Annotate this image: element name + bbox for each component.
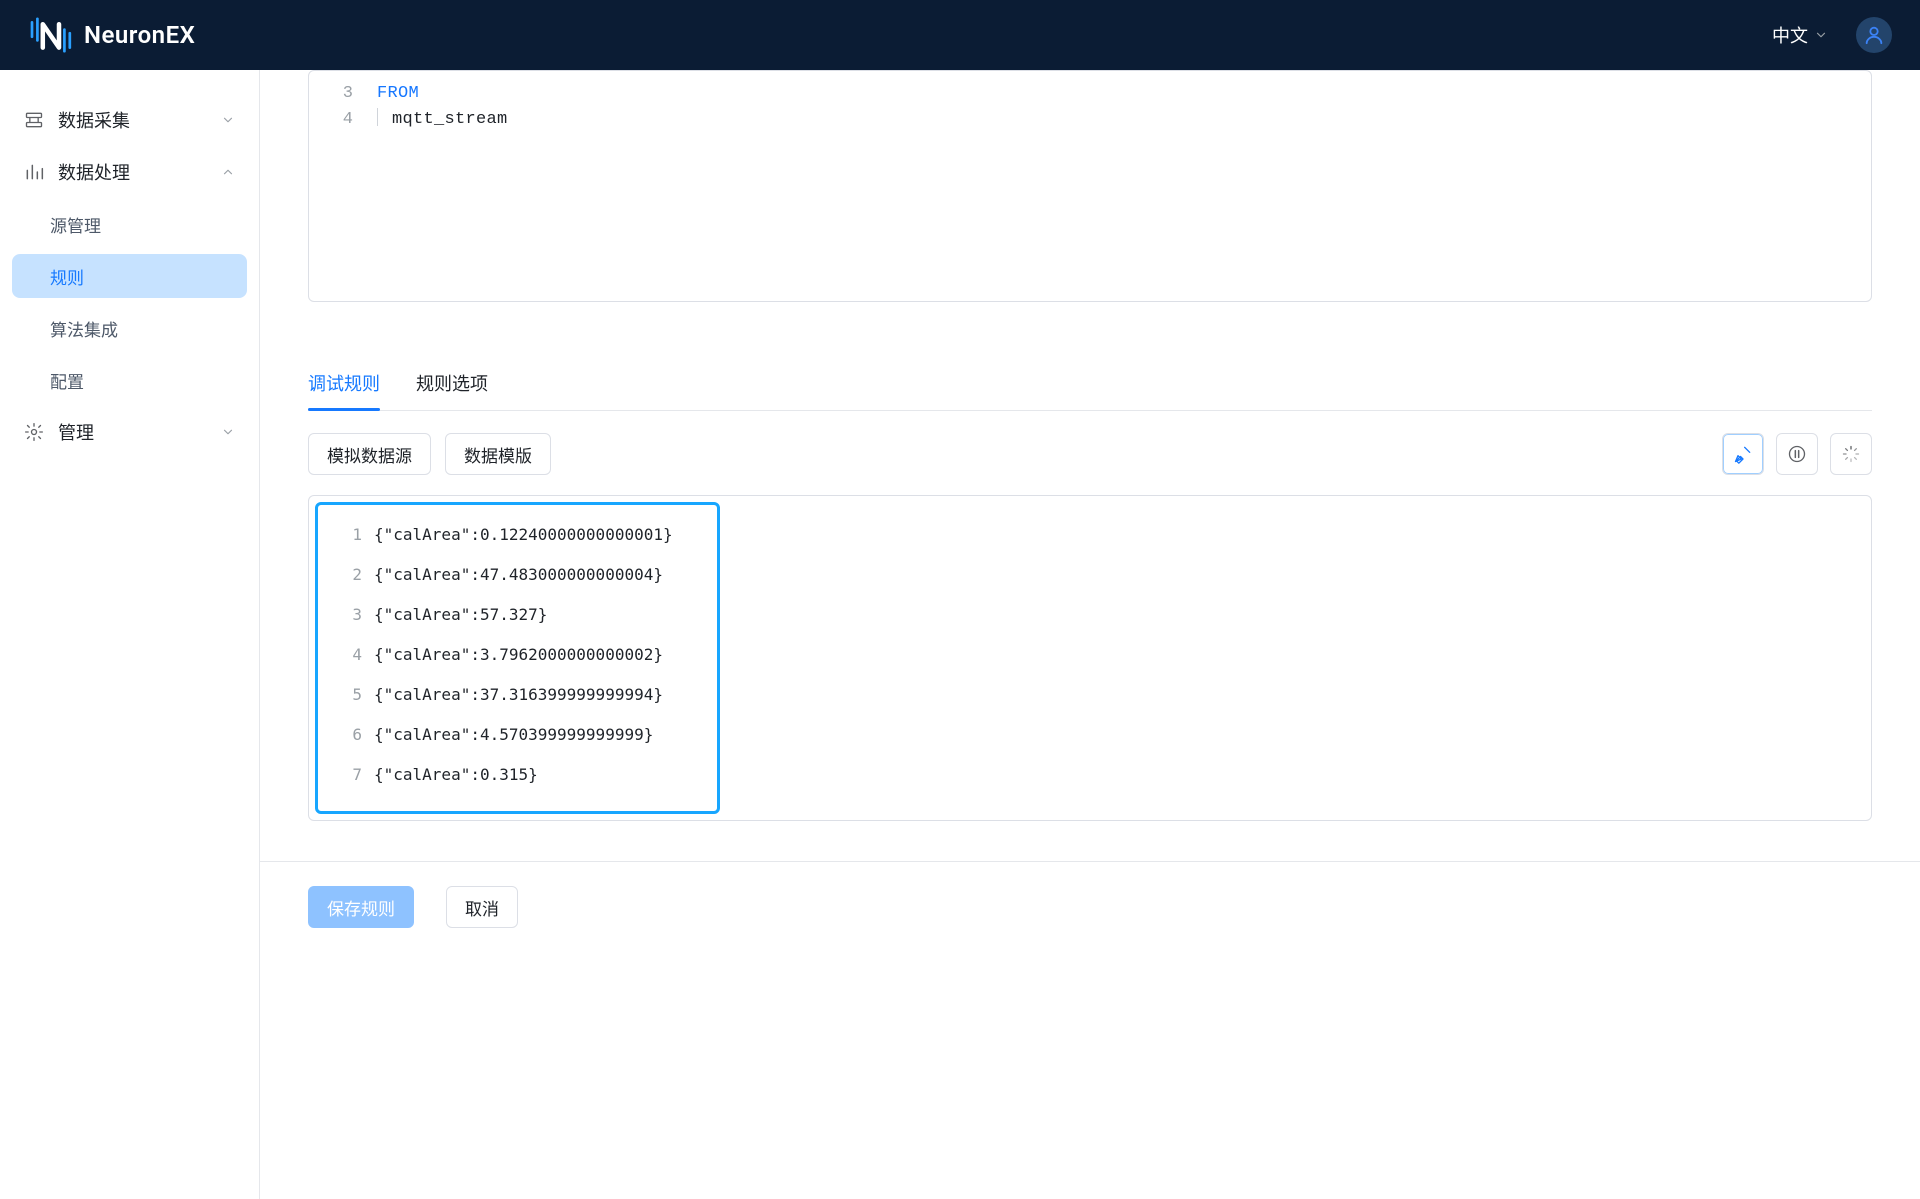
output-text: {"calArea":0.12240000000000001} — [374, 525, 673, 545]
output-line-number: 7 — [328, 765, 374, 785]
code-text: mqtt_stream — [392, 110, 508, 129]
output-text: {"calArea":47.483000000000004} — [374, 565, 663, 585]
sidebar: 数据采集 数据处理 源管理 规则 算法集成 配置 — [0, 70, 260, 1199]
main-content: 3 FROM 4 mqtt_stream 调试规则 规则选项 模拟数据源 数据模… — [260, 70, 1920, 1199]
output-row: 7{"calArea":0.315} — [328, 755, 707, 795]
app-header: NeuronEX 中文 — [0, 0, 1920, 70]
sidebar-item-config[interactable]: 配置 — [12, 358, 247, 402]
brand-logo-icon — [28, 17, 72, 53]
output-panel: 1{"calArea":0.12240000000000001} 2{"calA… — [308, 495, 1872, 821]
chevron-down-icon — [1814, 28, 1828, 42]
brand-name: NeuronEX — [84, 21, 195, 49]
loading-button[interactable] — [1830, 433, 1872, 475]
sidebar-item-label: 规则 — [50, 264, 84, 289]
header-right: 中文 — [1772, 17, 1892, 53]
output-row: 6{"calArea":4.570399999999999} — [328, 715, 707, 755]
footer-actions: 保存规则 取消 — [308, 862, 1872, 928]
data-collect-icon — [24, 110, 44, 130]
output-row: 2{"calArea":47.483000000000004} — [328, 555, 707, 595]
sidebar-item-data-collect[interactable]: 数据采集 — [12, 98, 247, 142]
sidebar-item-data-process[interactable]: 数据处理 — [12, 150, 247, 194]
line-number: 4 — [309, 107, 369, 133]
output-text: {"calArea":57.327} — [374, 605, 547, 625]
sidebar-item-algo-integration[interactable]: 算法集成 — [12, 306, 247, 350]
code-line: 4 mqtt_stream — [309, 107, 1871, 133]
output-row: 3{"calArea":57.327} — [328, 595, 707, 635]
sidebar-item-label: 管理 — [58, 419, 94, 445]
sidebar-item-label: 数据采集 — [58, 107, 130, 133]
tab-debug-rule[interactable]: 调试规则 — [308, 360, 380, 410]
sidebar-item-admin[interactable]: 管理 — [12, 410, 247, 454]
output-line-number: 6 — [328, 725, 374, 745]
debug-toolbar: 模拟数据源 数据模版 — [308, 433, 1872, 475]
gear-icon — [24, 422, 44, 442]
avatar[interactable] — [1856, 17, 1892, 53]
chevron-down-icon — [221, 425, 235, 439]
output-line-number: 2 — [328, 565, 374, 585]
output-row: 1{"calArea":0.12240000000000001} — [328, 521, 707, 555]
chevron-up-icon — [221, 165, 235, 179]
sidebar-item-label: 算法集成 — [50, 316, 118, 341]
sidebar-item-rules[interactable]: 规则 — [12, 254, 247, 298]
output-highlight: 1{"calArea":0.12240000000000001} 2{"calA… — [315, 502, 720, 814]
cancel-button[interactable]: 取消 — [446, 886, 518, 928]
output-row: 4{"calArea":3.7962000000000002} — [328, 635, 707, 675]
output-line-number: 3 — [328, 605, 374, 625]
simulate-source-button[interactable]: 模拟数据源 — [308, 433, 431, 475]
language-label: 中文 — [1772, 22, 1808, 48]
language-switcher[interactable]: 中文 — [1772, 22, 1828, 48]
data-template-button[interactable]: 数据模版 — [445, 433, 551, 475]
sidebar-item-label: 数据处理 — [58, 159, 130, 185]
indent-guide — [377, 108, 378, 126]
run-debug-button[interactable] — [1722, 433, 1764, 475]
output-text: {"calArea":37.316399999999994} — [374, 685, 663, 705]
data-process-icon — [24, 162, 44, 182]
sidebar-item-source-mgmt[interactable]: 源管理 — [12, 202, 247, 246]
tabs: 调试规则 规则选项 — [308, 360, 1872, 411]
brand: NeuronEX — [28, 17, 195, 53]
sql-editor[interactable]: 3 FROM 4 mqtt_stream — [308, 70, 1872, 302]
output-row: 5{"calArea":37.316399999999994} — [328, 675, 707, 715]
output-line-number: 1 — [328, 525, 374, 545]
output-text: {"calArea":0.315} — [374, 765, 538, 785]
sidebar-item-label: 源管理 — [50, 212, 101, 237]
save-rule-button[interactable]: 保存规则 — [308, 886, 414, 928]
sidebar-item-label: 配置 — [50, 368, 84, 393]
broom-play-icon — [1733, 444, 1753, 464]
output-text: {"calArea":3.7962000000000002} — [374, 645, 663, 665]
line-number: 3 — [309, 81, 369, 107]
output-line-number: 4 — [328, 645, 374, 665]
output-line-number: 5 — [328, 685, 374, 705]
loading-spinner-icon — [1841, 444, 1861, 464]
chevron-down-icon — [221, 113, 235, 127]
pause-circle-icon — [1787, 444, 1807, 464]
pause-button[interactable] — [1776, 433, 1818, 475]
keyword: FROM — [377, 84, 419, 103]
output-text: {"calArea":4.570399999999999} — [374, 725, 653, 745]
tab-rule-options[interactable]: 规则选项 — [416, 360, 488, 410]
code-line: 3 FROM — [309, 81, 1871, 107]
user-icon — [1863, 24, 1885, 46]
